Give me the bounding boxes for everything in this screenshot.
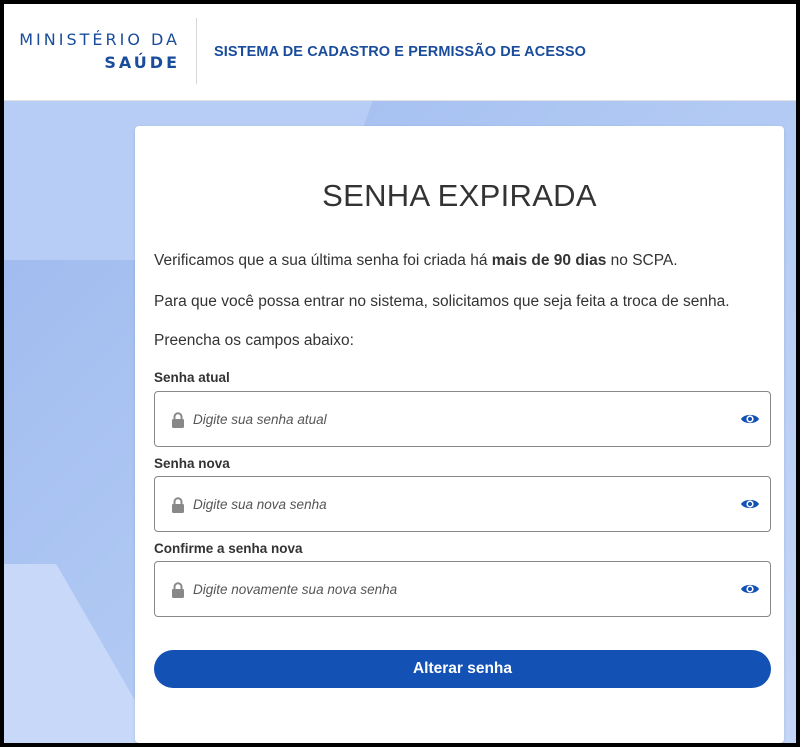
- confirm-password-field[interactable]: [154, 561, 771, 617]
- page-title: SENHA EXPIRADA: [322, 178, 597, 213]
- eye-icon[interactable]: [740, 582, 760, 596]
- confirm-password-label: Confirme a senha nova: [154, 541, 303, 556]
- info-paragraph-request: Para que você possa entrar no sistema, s…: [154, 293, 730, 310]
- current-password-field[interactable]: [154, 391, 771, 447]
- new-password-field[interactable]: [154, 476, 771, 532]
- password-expired-card: SENHA EXPIRADA Verificamos que a sua últ…: [135, 126, 784, 743]
- confirm-password-input[interactable]: [193, 562, 733, 616]
- logo-line1: MINISTÉRIO DA: [19, 30, 180, 49]
- app-frame: MINISTÉRIO DA SAÚDE SISTEMA DE CADASTRO …: [4, 4, 796, 743]
- lock-icon: [172, 582, 184, 598]
- current-password-label: Senha atual: [154, 370, 230, 385]
- ministry-logo[interactable]: MINISTÉRIO DA SAÚDE: [4, 30, 180, 74]
- lock-icon: [172, 412, 184, 428]
- eye-icon[interactable]: [740, 497, 760, 511]
- change-password-button[interactable]: Alterar senha: [154, 650, 771, 688]
- new-password-label: Senha nova: [154, 456, 230, 471]
- info-highlight: mais de 90 dias: [491, 252, 607, 269]
- info-text: Verificamos que a sua última senha foi c…: [154, 252, 492, 269]
- current-password-input[interactable]: [193, 392, 733, 446]
- new-password-input[interactable]: [193, 477, 733, 531]
- lock-icon: [172, 497, 184, 513]
- eye-icon[interactable]: [740, 412, 760, 426]
- info-paragraph-instructions: Preencha os campos abaixo:: [154, 332, 354, 349]
- logo-line2: SAÚDE: [104, 53, 180, 72]
- system-title: SISTEMA DE CADASTRO E PERMISSÃO DE ACESS…: [214, 44, 587, 60]
- header-divider: [196, 18, 197, 84]
- header: MINISTÉRIO DA SAÚDE SISTEMA DE CADASTRO …: [4, 4, 796, 101]
- info-paragraph-age: Verificamos que a sua última senha foi c…: [154, 252, 678, 270]
- info-text: no SCPA.: [606, 252, 678, 269]
